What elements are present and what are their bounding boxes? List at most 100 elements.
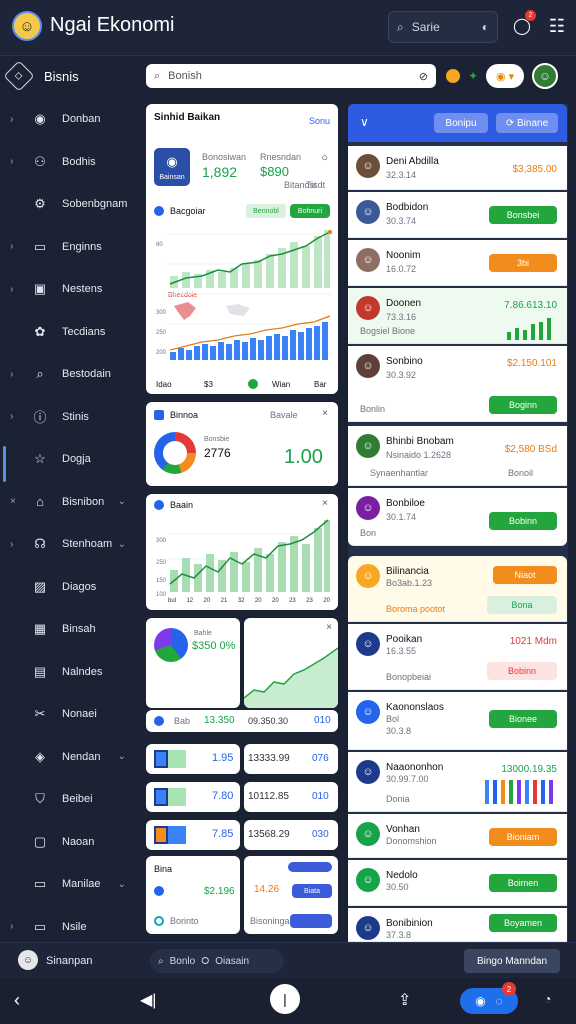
row-action-button[interactable]: 3bi [489,254,557,272]
sidebar-item[interactable]: ⚙ Sobenbgnam [0,189,140,219]
row-action-button[interactable]: Bobinn [487,662,557,680]
row-action-button[interactable]: Niaot [493,566,557,584]
bars-chart [168,519,330,592]
chevron-down-icon[interactable]: ⌄ [118,496,126,507]
bars-x-2: 12 [186,598,194,604]
area-chart [244,647,338,708]
back-icon[interactable]: ‹ [14,990,20,1011]
top-search[interactable]: ⌕ Sarie ◐ [388,11,498,43]
chevron-down-icon[interactable]: ∨ [360,115,369,129]
leaf-icon[interactable]: ✦ [468,69,478,83]
sidebar-item[interactable]: › ▭ Enginns [0,232,140,262]
share-icon[interactable]: ⇪ [398,990,411,1010]
bottom-action-button[interactable]: Bingo Manndan [464,949,560,973]
row-action-button[interactable]: Bionee [489,710,557,728]
right-list-row[interactable]: ☺ Vonhan Donomshion Bioniam [348,814,567,858]
sidebar-item[interactable]: › ⓘ Stinis [0,402,140,432]
right-list-row[interactable]: ☺ Nedolo 30.50 Boimen [348,860,567,906]
sidebar-item[interactable]: ☆ Dogja [0,444,140,482]
sidebar-item[interactable]: › ⌕ Bestodain [0,359,140,389]
row-action-button[interactable]: Boginn [489,396,557,414]
right-list-row[interactable]: ☺ Kaononslaos Bol 30.3.8 Bionee [348,692,567,750]
sidebar-item[interactable]: ◈ Nendan ⌄ [0,742,140,772]
sidebar-item-label: Stinis [62,410,89,423]
sidebar-item[interactable]: ▭ Manilae ⌄ [0,869,140,899]
home-button[interactable]: | [270,984,300,1014]
right-list-row[interactable]: ☺ Bodbidon 30.3.74 Bonsbei [348,192,567,238]
right-list-row[interactable]: ☺ Bonibinion 37.3.8 Boyamen [348,908,567,942]
row-action-button[interactable]: Boimen [489,874,557,892]
sidebar-header[interactable]: ◇ Bisnis [3,60,79,92]
close-icon[interactable]: × [322,408,328,419]
avatar: ☺ [356,354,380,378]
mini-value: $350 0% [192,640,235,652]
sidebar-item[interactable]: › ☊ Stenhoam ⌄ [0,529,140,559]
right-list-row[interactable]: ☺ Pooikan 16.3.55 Bonopbeiai 1021 Mdm Bobin… [348,624,567,690]
right-list-row[interactable]: ☺ Bilinancia Bo3ab.1.23 Boroma pootot Niao… [348,556,567,622]
right-list-row[interactable]: ☺ Noonim 16.0.72 3bi [348,240,567,286]
summary-link[interactable]: Sonu [309,116,330,126]
sidebar-item[interactable]: › ⚇ Bodhis [0,147,140,177]
sidebar-item[interactable]: ✂ Nonaei [0,699,140,729]
bottom-segmented[interactable]: ⌕ Bonlo ⭘ Oiasain [150,949,284,973]
row-action-button[interactable]: Bobinn [489,512,557,530]
row-action-button[interactable]: Bonsbei [489,206,557,224]
bars-x-7: 20 [271,598,279,604]
right-chip1[interactable]: Bonipu [434,113,488,133]
circle-icon: ◉ [34,111,46,126]
coin-icon[interactable] [446,69,460,83]
sidebar-item[interactable]: ▨ Diagos [0,572,140,602]
menu-icon[interactable]: ☷ [546,14,568,38]
sidebar-item[interactable]: × ⌂ Bisnibon ⌄ [0,487,140,517]
toggle-button[interactable]: ◉ ▾ [486,64,525,88]
bina-chip[interactable]: Biata [292,884,332,898]
close-icon[interactable]: × [322,498,328,509]
right-list-row[interactable]: ☺ Deni Abdilla 32.3.14 $3,385.00 [348,146,567,190]
right-list-row[interactable]: ☺ Bonbiloe 30.1.74 Bon Bobinn [348,488,567,546]
right-list-row[interactable]: ☺ Bhinbi Bnobam Nsinaido 1.2628 $2,580 BS… [348,426,567,486]
sidebar-item[interactable]: › ◉ Donban [0,104,140,134]
metric-bar [168,788,186,806]
growth-tag1[interactable]: Bennobl [246,204,286,218]
bars-title: Baain [170,500,194,510]
row-sub: 32.3.14 [386,170,417,180]
search-bar[interactable]: ⌕ Bonish ⊘ [146,64,436,88]
info-icon[interactable]: ○ [321,152,328,164]
bottom-seg1[interactable]: Bonlo [170,956,196,967]
sidebar-item[interactable]: ▦ Binsah [0,614,140,644]
right-list-row[interactable]: ☺ Naaononhon 30.99.7.00 Donia 13000.19.35 [348,752,567,812]
clear-icon[interactable]: ⊘ [419,70,428,83]
sidebar-item[interactable]: › ▭ Nsile [0,912,140,942]
right-list-row[interactable]: ☺ Sonbino 30.3.92 $2.150.101 Bonlin Boginn [348,346,567,422]
sidebar-item[interactable]: ⛉ Beibei [0,784,140,814]
avatar[interactable]: ☺ [532,63,559,89]
mic-icon[interactable]: ◐ [482,20,489,34]
sidebar-item[interactable]: ▢ Naoan [0,827,140,857]
bottom-seg2[interactable]: Oiasain [215,956,249,967]
growth-tag2[interactable]: Bohnuri [290,204,330,218]
color-bar-chart [485,780,553,804]
sidebar-item[interactable]: › ▣ Nestens [0,274,140,304]
pie-big-value: 1.00 [284,446,323,468]
sidebar-item[interactable]: ✿ Tecdians [0,317,140,347]
bell-icon[interactable]: ◯ 2 [510,10,536,38]
close-icon[interactable]: × [326,622,332,633]
chevron-down-icon[interactable]: ⌄ [118,539,126,550]
chevron-right-icon: › [10,921,14,932]
right-chip2[interactable]: ⟳ Binane [496,113,558,133]
bars-x-5: 32 [237,598,245,604]
row-action-button[interactable]: Boyamen [489,914,557,932]
chevron-down-icon[interactable]: ⌄ [118,879,126,890]
right-list-row[interactable]: ☺ Doonen 73.3.16 7.86.613.10 Bogsiel Bione [348,288,567,344]
chevron-right-icon: › [10,241,14,252]
row-action-button[interactable]: Bioniam [489,828,557,846]
toggle-icon[interactable]: ⭘ [201,956,209,967]
chevron-down-icon[interactable]: ⌄ [118,751,126,762]
row-secondary-button[interactable]: Bona [487,596,557,614]
chat-bubble-icon[interactable]: ◔ [544,992,551,1006]
sidebar-item[interactable]: ▤ Nalndes [0,657,140,687]
previous-icon[interactable]: ◀| [140,990,156,1010]
bina-action-button[interactable] [290,914,332,928]
avatar[interactable]: ☺ [18,950,38,970]
assistant-button[interactable]: ◉ ◌ 2 [460,982,518,1014]
